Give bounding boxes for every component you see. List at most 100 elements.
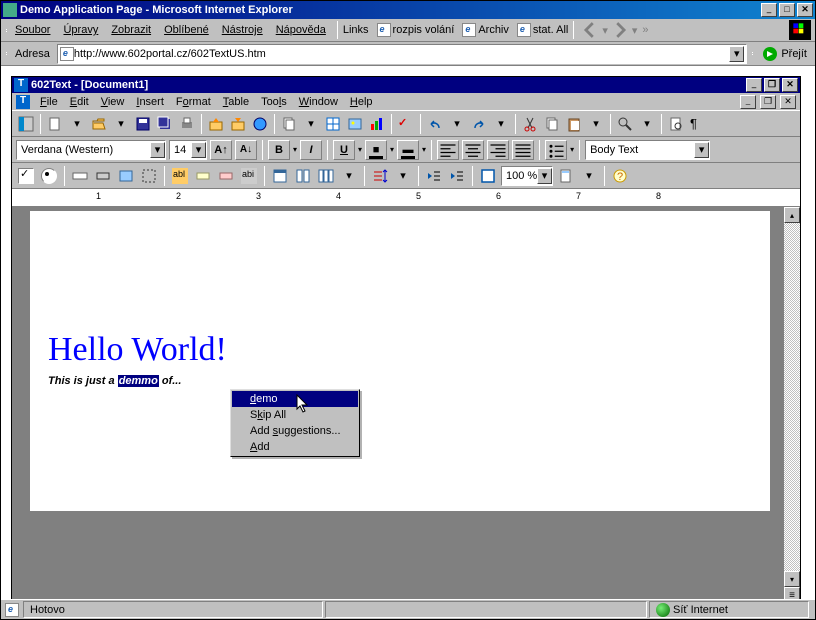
ie-menu-tools[interactable]: Nástroje <box>216 22 269 38</box>
field1-icon[interactable] <box>193 166 213 186</box>
paste-icon[interactable] <box>564 114 584 134</box>
editor-titlebar[interactable]: T 602Text - [Document1] _ ❐ ✕ <box>12 77 800 93</box>
web-icon[interactable] <box>250 114 270 134</box>
decrease-indent-icon[interactable] <box>424 166 444 186</box>
minimize-button[interactable]: _ <box>761 3 777 17</box>
show-formatting-icon[interactable]: ¶ <box>688 114 708 134</box>
align-justify-button[interactable] <box>512 140 534 160</box>
prev-page-button[interactable]: ≡ <box>784 587 800 599</box>
open-icon[interactable] <box>89 114 109 134</box>
menu-file[interactable]: File <box>35 95 63 109</box>
misspelled-word[interactable]: demmo <box>118 375 159 387</box>
dropdown-icon[interactable]: ▾ <box>637 114 657 134</box>
insert-image-icon[interactable] <box>345 114 365 134</box>
forward-button[interactable] <box>609 20 631 40</box>
address-dropdown[interactable]: ▾ <box>729 46 744 62</box>
vertical-scrollbar[interactable]: ▴ ▾ ≡ ≡ <box>784 207 800 599</box>
dropdown-icon[interactable]: ▾ <box>393 166 413 186</box>
checkbox-tool-icon[interactable]: ✓ <box>16 166 36 186</box>
body-text[interactable]: This is just a demmo of... <box>48 369 730 389</box>
help-icon[interactable]: ? <box>610 166 630 186</box>
gripper-icon[interactable] <box>5 52 8 55</box>
copy-icon[interactable] <box>279 114 299 134</box>
menu-window[interactable]: Window <box>294 95 343 109</box>
dropdown-icon[interactable]: ▾ <box>301 114 321 134</box>
ctx-suggestion[interactable]: demo <box>232 391 358 407</box>
editor-restore-button[interactable]: ❐ <box>764 78 780 92</box>
copy2-icon[interactable] <box>542 114 562 134</box>
borders-icon[interactable] <box>478 166 498 186</box>
dropdown-icon[interactable]: ▾ <box>111 114 131 134</box>
ie-menu-favorites[interactable]: Oblíbené <box>158 22 215 38</box>
print-icon[interactable] <box>177 114 197 134</box>
gripper-icon[interactable] <box>5 29 8 32</box>
align-right-button[interactable] <box>487 140 509 160</box>
inbox-icon[interactable] <box>228 114 248 134</box>
align-left-button[interactable] <box>437 140 459 160</box>
ctx-add[interactable]: Add <box>232 439 358 455</box>
heading-text[interactable]: Hello World! <box>48 331 730 369</box>
font-color-button[interactable]: ■ <box>365 140 387 160</box>
ctx-add-suggestions[interactable]: Add suggestions... <box>232 423 358 439</box>
go-button[interactable]: Přejít <box>758 46 811 62</box>
dropdown-icon[interactable]: ▾ <box>67 114 87 134</box>
page-setup-icon[interactable] <box>556 166 576 186</box>
field2-icon[interactable] <box>216 166 236 186</box>
link-item[interactable]: stat. All <box>517 23 568 37</box>
back-button[interactable] <box>579 20 601 40</box>
close-button[interactable]: ✕ <box>797 3 813 17</box>
cut-icon[interactable] <box>520 114 540 134</box>
find-icon[interactable] <box>615 114 635 134</box>
dropdown-icon[interactable]: ▾ <box>579 166 599 186</box>
insert-table-icon[interactable] <box>323 114 343 134</box>
document-page[interactable]: Hello World! This is just a demmo of... … <box>30 211 770 511</box>
save-all-icon[interactable] <box>155 114 175 134</box>
menu-view[interactable]: View <box>96 95 130 109</box>
doc-close-button[interactable]: ✕ <box>780 95 796 109</box>
menu-table[interactable]: Table <box>218 95 254 109</box>
textfield-tool-icon[interactable] <box>70 166 90 186</box>
shrink-font-button[interactable]: A↓ <box>235 140 257 160</box>
new-icon[interactable] <box>45 114 65 134</box>
editor-minimize-button[interactable]: _ <box>746 78 762 92</box>
abi-button[interactable]: abi <box>239 166 259 186</box>
outbox-icon[interactable] <box>206 114 226 134</box>
menu-tools[interactable]: Tools <box>256 95 292 109</box>
italic-button[interactable]: I <box>300 140 322 160</box>
col1-icon[interactable] <box>270 166 290 186</box>
group-tool-icon[interactable] <box>139 166 159 186</box>
dropdown-icon[interactable]: ▾ <box>339 166 359 186</box>
editor-close-button[interactable]: ✕ <box>782 78 798 92</box>
menu-help[interactable]: Help <box>345 95 378 109</box>
layout-view-icon[interactable] <box>16 114 36 134</box>
grow-font-button[interactable]: A↑ <box>210 140 232 160</box>
ie-menu-file[interactable]: Soubor <box>9 22 56 38</box>
ie-titlebar[interactable]: Demo Application Page - Microsoft Intern… <box>1 1 815 19</box>
link-item[interactable]: Archiv <box>462 23 509 37</box>
ie-menu-view[interactable]: Zobrazit <box>105 22 157 38</box>
link-item[interactable]: rozpis volání <box>377 23 455 37</box>
address-input[interactable] <box>74 46 729 62</box>
align-center-button[interactable] <box>462 140 484 160</box>
font-size-combo[interactable]: 14 ▾ <box>169 140 207 160</box>
bullets-button[interactable] <box>545 140 567 160</box>
image-tool-icon[interactable] <box>116 166 136 186</box>
insert-chart-icon[interactable] <box>367 114 387 134</box>
bold-button[interactable]: B <box>268 140 290 160</box>
zoom-combo[interactable]: 100 % ▾ <box>501 166 553 186</box>
ie-menu-help[interactable]: Nápověda <box>270 22 332 38</box>
radio-tool-icon[interactable] <box>39 166 59 186</box>
doc-minimize-button[interactable]: _ <box>740 95 756 109</box>
button-tool-icon[interactable] <box>93 166 113 186</box>
scroll-down-button[interactable]: ▾ <box>784 571 800 587</box>
dropdown-icon[interactable]: ▾ <box>447 114 467 134</box>
abl-button[interactable]: abl <box>170 166 190 186</box>
horizontal-ruler[interactable]: 1 2 3 4 5 6 7 8 <box>12 189 800 207</box>
dropdown-icon[interactable]: ▾ <box>491 114 511 134</box>
redo-icon[interactable] <box>469 114 489 134</box>
line-spacing-icon[interactable] <box>370 166 390 186</box>
highlight-button[interactable]: ▬ <box>397 140 419 160</box>
spellcheck-icon[interactable]: ✓ <box>396 114 416 134</box>
menu-format[interactable]: Format <box>171 95 216 109</box>
underline-button[interactable]: U <box>333 140 355 160</box>
